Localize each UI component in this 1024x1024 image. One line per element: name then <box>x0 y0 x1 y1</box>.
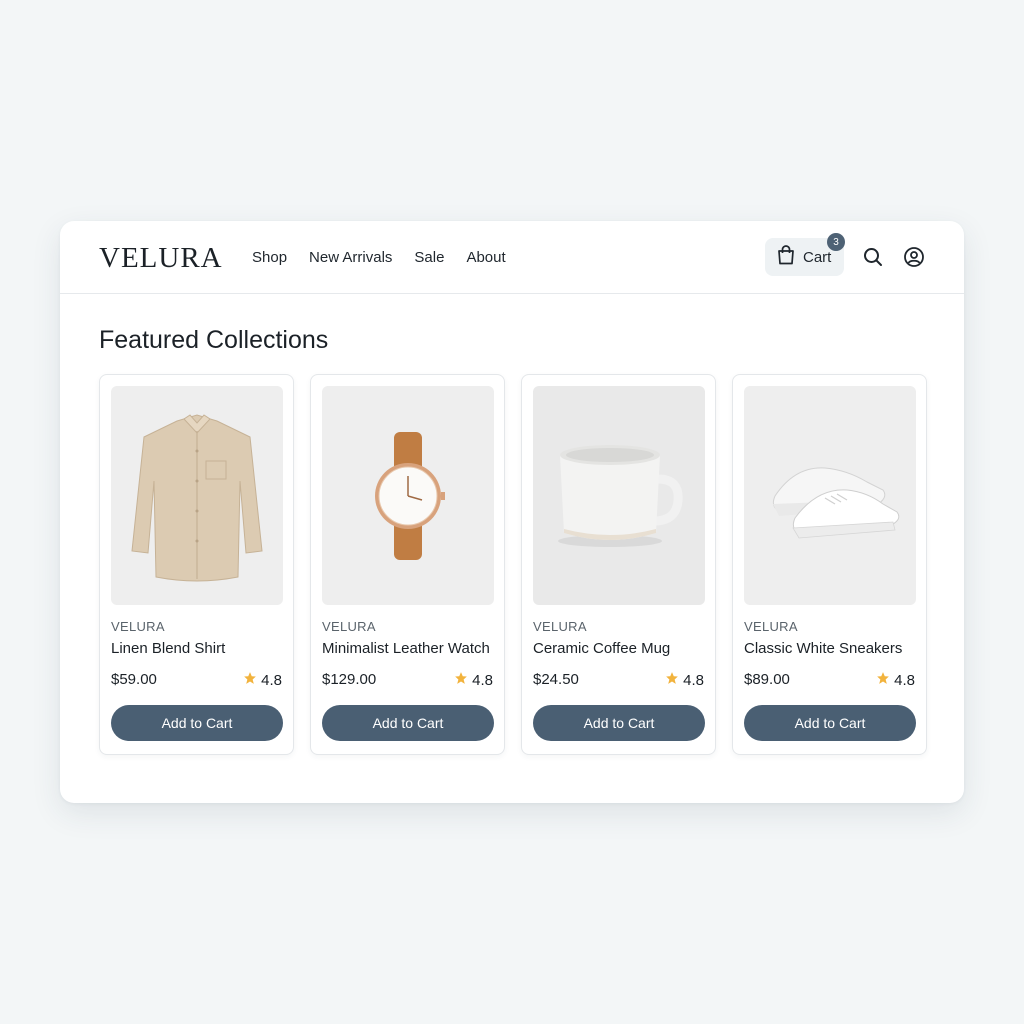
product-price: $59.00 <box>111 671 157 688</box>
rating-value: 4.8 <box>472 671 493 689</box>
site-header: VELURA Shop New Arrivals Sale About Cart… <box>60 221 964 294</box>
product-name[interactable]: Linen Blend Shirt <box>111 640 225 657</box>
store-window: VELURA Shop New Arrivals Sale About Cart… <box>60 221 964 803</box>
product-price: $24.50 <box>533 671 579 688</box>
account-button[interactable] <box>903 246 925 268</box>
brand-logo[interactable]: VELURA <box>99 242 223 275</box>
product-name[interactable]: Classic White Sneakers <box>744 640 902 657</box>
main-nav: Shop New Arrivals Sale About <box>252 249 528 266</box>
nav-item-sale[interactable]: Sale <box>414 249 444 266</box>
product-name[interactable]: Ceramic Coffee Mug <box>533 640 670 657</box>
user-account-icon <box>903 247 925 272</box>
linen-shirt-image[interactable] <box>111 386 283 605</box>
product-rating: 4.8 <box>243 671 282 689</box>
star-icon <box>243 671 257 689</box>
add-to-cart-button[interactable]: Add to Cart <box>533 705 705 741</box>
search-button[interactable] <box>862 246 884 268</box>
star-icon <box>454 671 468 689</box>
product-grid: VELURA Linen Blend Shirt $59.00 4.8 Add … <box>99 374 927 755</box>
product-card[interactable]: VELURA Ceramic Coffee Mug $24.50 4.8 Add… <box>521 374 716 755</box>
section-title: Featured Collections <box>99 326 329 354</box>
cart-count-badge: 3 <box>827 233 845 251</box>
rating-value: 4.8 <box>261 671 282 689</box>
product-card[interactable]: VELURA Linen Blend Shirt $59.00 4.8 Add … <box>99 374 294 755</box>
product-brand: VELURA <box>744 619 798 634</box>
product-brand: VELURA <box>111 619 165 634</box>
nav-item-about[interactable]: About <box>466 249 505 266</box>
rating-value: 4.8 <box>894 671 915 689</box>
shopping-bag-icon <box>777 244 795 270</box>
product-rating: 4.8 <box>454 671 493 689</box>
rating-value: 4.8 <box>683 671 704 689</box>
product-rating: 4.8 <box>665 671 704 689</box>
add-to-cart-button[interactable]: Add to Cart <box>111 705 283 741</box>
cart-label: Cart <box>803 248 832 266</box>
star-icon <box>665 671 679 689</box>
product-brand: VELURA <box>322 619 376 634</box>
add-to-cart-button[interactable]: Add to Cart <box>744 705 916 741</box>
product-name[interactable]: Minimalist Leather Watch <box>322 640 490 657</box>
product-card[interactable]: VELURA Classic White Sneakers $89.00 4.8… <box>732 374 927 755</box>
coffee-mug-image[interactable] <box>533 386 705 605</box>
search-icon <box>862 248 884 272</box>
product-price: $129.00 <box>322 671 377 688</box>
add-to-cart-button[interactable]: Add to Cart <box>322 705 494 741</box>
product-brand: VELURA <box>533 619 587 634</box>
product-price: $89.00 <box>744 671 790 688</box>
white-sneakers-image[interactable] <box>744 386 916 605</box>
nav-item-new-arrivals[interactable]: New Arrivals <box>309 249 392 266</box>
star-icon <box>876 671 890 689</box>
leather-watch-image[interactable] <box>322 386 494 605</box>
product-card[interactable]: VELURA Minimalist Leather Watch $129.00 … <box>310 374 505 755</box>
product-rating: 4.8 <box>876 671 915 689</box>
nav-item-shop[interactable]: Shop <box>252 249 287 266</box>
